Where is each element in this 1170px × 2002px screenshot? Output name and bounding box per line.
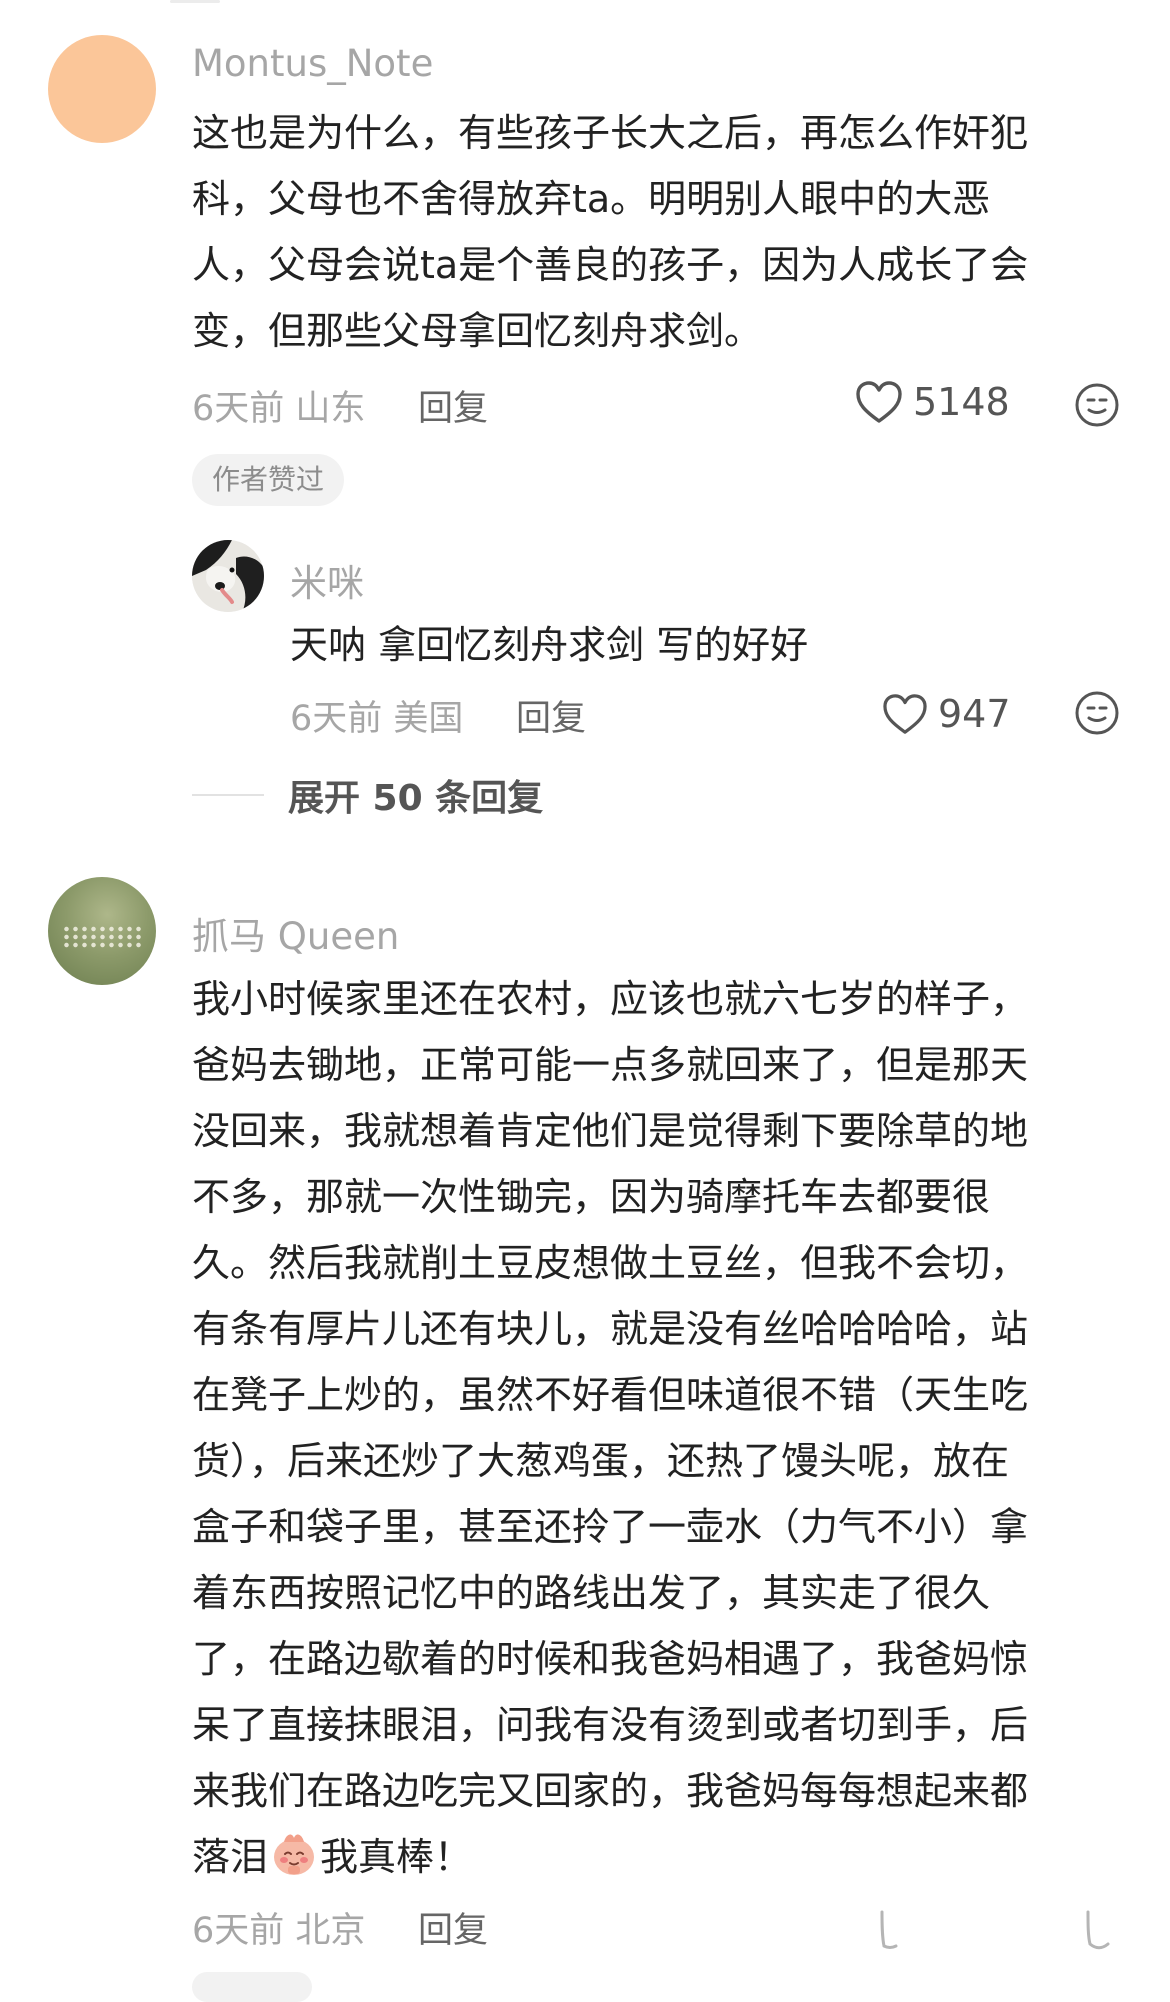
reply-username[interactable]: 米咪: [290, 553, 364, 607]
avatar[interactable]: [48, 35, 156, 143]
heart-outline-icon: [880, 1910, 898, 1949]
emoji-reaction-button-partial[interactable]: [1082, 1910, 1112, 1954]
comment-text-segment: 落泪: [192, 1835, 269, 1879]
comment-line: 科，父母也不舍得放弃ta。明明别人眼中的大恶: [192, 177, 991, 221]
top-divider: [170, 0, 220, 3]
reply-text: 天呐 拿回忆刻舟求剑 写的好好: [290, 612, 808, 678]
comment-time-location: 6天前 山东: [192, 389, 366, 429]
comment-line: 这也是为什么，有些孩子长大之后，再怎么作奸犯: [192, 111, 1029, 155]
emoji-reaction-button[interactable]: [1074, 382, 1120, 432]
author-liked-badge: 作者赞过: [192, 454, 345, 506]
smiley-face-icon: [1075, 383, 1119, 427]
expand-replies-label: 展开 50 条回复: [288, 778, 544, 819]
like-button[interactable]: 947: [882, 692, 1011, 736]
comment-line: 了，在路边歇着的时候和我爸妈相遇了，我爸妈惊: [192, 1637, 1029, 1681]
avatar[interactable]: [48, 877, 156, 985]
smiley-face-icon: [1086, 1910, 1110, 1950]
comment-line: 不多，那就一次性锄完，因为骑摩托车去都要很: [192, 1175, 991, 1219]
comment-text-segment: 我真棒！: [320, 1835, 473, 1879]
comment-line: 在凳子上炒的，虽然不好看但味道很不错（天生吃: [192, 1373, 1029, 1417]
comment-line: 变，但那些父母拿回忆刻舟求剑。: [192, 309, 763, 353]
comment-line: 呆了直接抹眼泪，问我有没有烫到或者切到手，后: [192, 1703, 1029, 1747]
reply-line: 天呐 拿回忆刻舟求剑 写的好好: [290, 623, 809, 667]
comment-line: 人，父母会说ta是个善良的孩子，因为人成长了会: [192, 243, 1029, 287]
comment-line: 久。然后我就削土豆皮想做土豆丝，但我不会切，: [192, 1241, 1029, 1285]
heart-outline-icon: [856, 381, 902, 423]
comment-line: 货），后来还炒了大葱鸡蛋，还热了馒头呢，放在: [192, 1439, 1010, 1483]
like-button[interactable]: 5148: [855, 380, 1010, 424]
like-button-partial[interactable]: [870, 1910, 900, 1950]
dog-avatar-image: [192, 540, 264, 612]
reply-button[interactable]: 回复: [418, 380, 488, 431]
comment-line: 盒子和袋子里，甚至还拎了一壶水（力气不小）拿: [192, 1505, 1029, 1549]
username[interactable]: 抓马 Queen: [192, 906, 399, 960]
like-count: 947: [938, 692, 1011, 736]
smiley-face-icon: [1075, 691, 1119, 735]
meadow-avatar-image: [62, 925, 142, 949]
reply-time-location: 6天前 美国: [290, 699, 464, 739]
comment-line: 我小时候家里还在农村，应该也就六七岁的样子，: [192, 977, 1029, 1021]
expand-replies-button[interactable]: 展开 50 条回复: [192, 770, 543, 820]
reply-button[interactable]: 回复: [418, 1902, 488, 1953]
comment-line: 来我们在路边吃完又回家的，我爸妈每每想起来都: [192, 1769, 1029, 1813]
expand-divider: [192, 794, 264, 796]
comment-time-location: 6天前 北京: [192, 1911, 366, 1951]
comment-text: 我小时候家里还在农村，应该也就六七岁的样子， 爸妈去锄地，正常可能一点多就回来了…: [192, 966, 1028, 1890]
avatar[interactable]: [192, 540, 264, 612]
author-liked-badge-partial: [192, 1972, 312, 2002]
comment-line: 没回来，我就想着肯定他们是觉得剩下要除草的地: [192, 1109, 1029, 1153]
reply-button[interactable]: 回复: [516, 690, 586, 741]
comment-line-last: 落泪 我真棒！: [192, 1824, 1028, 1890]
like-count: 5148: [913, 380, 1010, 424]
username[interactable]: Montus_Note: [192, 42, 433, 85]
comment-line: 有条有厚片儿还有块儿，就是没有丝哈哈哈哈，站: [192, 1307, 1029, 1351]
heart-outline-icon: [883, 694, 927, 734]
emoji-reaction-button[interactable]: [1074, 690, 1120, 740]
comment-text: 这也是为什么，有些孩子长大之后，再怎么作奸犯 科，父母也不舍得放弃ta。明明别人…: [192, 100, 1028, 364]
comment-line: 爸妈去锄地，正常可能一点多就回来了，但是那天: [192, 1043, 1029, 1087]
comment-line: 着东西按照记忆中的路线出发了，其实走了很久: [192, 1571, 991, 1615]
shy-emoji-icon: [274, 1834, 315, 1875]
